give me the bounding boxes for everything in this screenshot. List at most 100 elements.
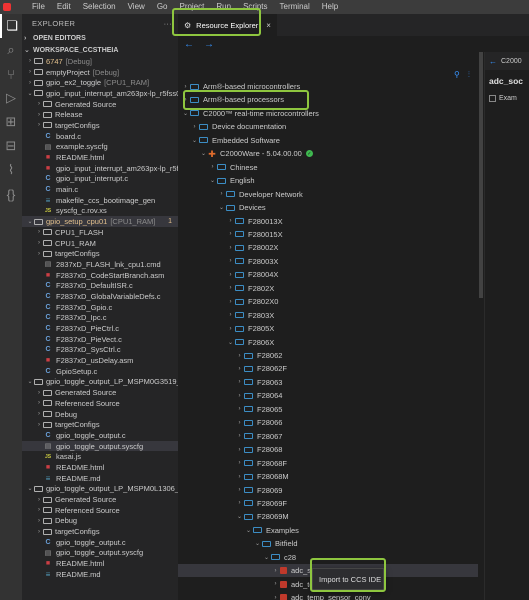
resource-tree-item[interactable]: ⌄ Bitfield (178, 537, 484, 550)
chevron-right-icon[interactable]: › (190, 124, 199, 130)
chevron-right-icon[interactable]: › (226, 299, 235, 305)
resource-tree-item[interactable]: › F280013X (178, 215, 484, 228)
file-row[interactable]: gpio_toggle_output.syscfg (22, 548, 178, 559)
chevron-right-icon[interactable]: › (35, 529, 43, 535)
file-row[interactable]: gpio_toggle_output.c (22, 537, 178, 548)
chevron-down-icon[interactable]: ⌄ (244, 527, 253, 534)
menu-terminal[interactable]: Terminal (274, 0, 316, 14)
chevron-down-icon[interactable]: ⌄ (26, 485, 34, 492)
chevron-down-icon[interactable]: ⌄ (199, 150, 208, 157)
file-row[interactable]: gpio_toggle_output.syscfg (22, 440, 178, 452)
chevron-right-icon[interactable]: › (235, 487, 244, 493)
file-row[interactable]: 2837xD_FLASH_lnk_cpu1.cmd (22, 259, 178, 270)
chevron-right-icon[interactable]: › (181, 84, 190, 90)
menu-run[interactable]: Run (210, 0, 237, 14)
chevron-right-icon[interactable]: › (235, 460, 244, 466)
resource-tree-item[interactable]: › F28068M (178, 470, 484, 483)
chevron-right-icon[interactable]: › (235, 420, 244, 426)
menu-file[interactable]: File (26, 0, 51, 14)
resource-tree-item[interactable]: ⌄ F2806X (178, 336, 484, 349)
close-icon[interactable]: × (266, 21, 271, 30)
menu-scripts[interactable]: Scripts (237, 0, 273, 14)
file-row[interactable]: F2837xD_CodeStartBranch.asm (22, 270, 178, 281)
chevron-down-icon[interactable]: ⌄ (26, 90, 34, 97)
chevron-right-icon[interactable]: › (26, 58, 34, 64)
file-row[interactable]: syscfg_c.rov.xs (22, 206, 178, 217)
run-debug-icon[interactable]: ▷ (0, 86, 22, 110)
chevron-right-icon[interactable]: › (35, 122, 43, 128)
chevron-down-icon[interactable]: ⌄ (217, 204, 226, 211)
menu-selection[interactable]: Selection (77, 0, 122, 14)
open-editors-section[interactable]: › OPEN EDITORS (22, 32, 178, 44)
file-row[interactable]: example.syscfg (22, 142, 178, 153)
folder-row[interactable]: › Release (22, 109, 178, 120)
folder-row[interactable]: ⌄ gpio_input_interrupt_am263px-lp_r5fss0-… (22, 88, 178, 99)
resource-tree-item[interactable]: ⌄ Devices (178, 201, 484, 214)
chevron-right-icon[interactable]: › (35, 422, 43, 428)
menu-edit[interactable]: Edit (51, 0, 77, 14)
chevron-right-icon[interactable]: › (35, 390, 43, 396)
chevron-right-icon[interactable]: › (26, 69, 34, 75)
resource-tree-item[interactable]: › F280015X (178, 228, 484, 241)
resource-tree-item[interactable]: › F2805X (178, 322, 484, 335)
chevron-down-icon[interactable]: ⌄ (190, 137, 199, 144)
resource-tree-item[interactable]: ⌄ Embedded Software (178, 134, 484, 147)
folder-row[interactable]: › Debug (22, 516, 178, 527)
chevron-right-icon[interactable]: › (35, 240, 43, 246)
chevron-right-icon[interactable]: › (271, 568, 280, 574)
folder-row[interactable]: ⌄ gpio_toggle_output_LP_MSPM0G3519_nortos… (22, 377, 178, 388)
file-row[interactable]: GpioSetup.c (22, 366, 178, 377)
chevron-right-icon[interactable]: › (226, 218, 235, 224)
forward-arrow-icon[interactable]: → (204, 39, 214, 50)
chevron-right-icon[interactable]: › (235, 433, 244, 439)
folder-row[interactable]: › CPU1_FLASH (22, 227, 178, 238)
explorer-icon[interactable]: ❏ (0, 14, 22, 38)
workspace-section[interactable]: ⌄ WORKSPACE_CCSTHEIA (22, 44, 178, 56)
folder-row[interactable]: › Generated Source (22, 387, 178, 398)
import-to-ccs-menu-item[interactable]: Import to CCS IDE (319, 575, 381, 584)
resource-tree-item[interactable]: › Device documentation (178, 120, 484, 133)
folder-row[interactable]: › targetConfigs (22, 526, 178, 537)
file-row[interactable]: F2837xD_Gpio.c (22, 302, 178, 313)
folder-row[interactable]: ⌄ gpio_setup_cpu01 [CPU1_RAM] 1 (22, 216, 178, 227)
extensions-icon[interactable]: ⊞ (0, 110, 22, 134)
folder-row[interactable]: › Referenced Source (22, 398, 178, 409)
resource-tree-item[interactable]: › F28068 (178, 443, 484, 456)
file-row[interactable]: kasai.js (22, 451, 178, 462)
tab-resource-explorer[interactable]: ⚙ Resource Explorer × (178, 14, 277, 36)
resource-tree-item[interactable]: ⌄ Examples (178, 524, 484, 537)
file-row[interactable]: board.c (22, 131, 178, 142)
chevron-down-icon[interactable]: ⌄ (26, 218, 34, 225)
resource-tree-item[interactable]: › F28065 (178, 403, 484, 416)
chevron-right-icon[interactable]: › (35, 497, 43, 503)
resource-tree-item[interactable]: › Arm®-based processors (178, 93, 484, 106)
resource-tree-item[interactable]: › F28004X (178, 268, 484, 281)
menu-project[interactable]: Project (173, 0, 210, 14)
chevron-right-icon[interactable]: › (181, 97, 190, 103)
resource-tree-item[interactable]: › F2802X (178, 282, 484, 295)
folder-row[interactable]: › emptyProject [Debug] (22, 67, 178, 78)
menu-go[interactable]: Go (151, 0, 174, 14)
folder-row[interactable]: › gpio_ex2_toggle [CPU1_RAM] (22, 77, 178, 88)
resource-tree-item[interactable]: › F28064 (178, 389, 484, 402)
chevron-right-icon[interactable]: › (235, 406, 244, 412)
folder-row[interactable]: › targetConfigs (22, 248, 178, 259)
chevron-right-icon[interactable]: › (226, 326, 235, 332)
chevron-right-icon[interactable]: › (235, 379, 244, 385)
file-row[interactable]: gpio_input_interrupt.c (22, 174, 178, 185)
folder-row[interactable]: › 6747 [Debug] (22, 56, 178, 67)
search-icon[interactable]: ⌕ (0, 38, 22, 62)
chevron-right-icon[interactable]: › (235, 500, 244, 506)
folder-row[interactable]: › Generated Source (22, 494, 178, 505)
resource-tree-item[interactable]: › F28003X (178, 255, 484, 268)
resource-tree-item[interactable]: › F2802X0 (178, 295, 484, 308)
resource-tree-item[interactable]: ⌄ F28069M (178, 510, 484, 523)
file-row[interactable]: F2837xD_PieVect.c (22, 334, 178, 345)
chevron-down-icon[interactable]: ⌄ (235, 513, 244, 520)
resource-tree-item[interactable]: › F28067 (178, 430, 484, 443)
chevron-right-icon[interactable]: › (35, 507, 43, 513)
resource-tree-item[interactable]: ⌄ c28 (178, 551, 484, 564)
resource-tree-item[interactable]: › F28069 (178, 484, 484, 497)
scrollbar-thumb[interactable] (479, 52, 483, 298)
chevron-right-icon[interactable]: › (217, 191, 226, 197)
